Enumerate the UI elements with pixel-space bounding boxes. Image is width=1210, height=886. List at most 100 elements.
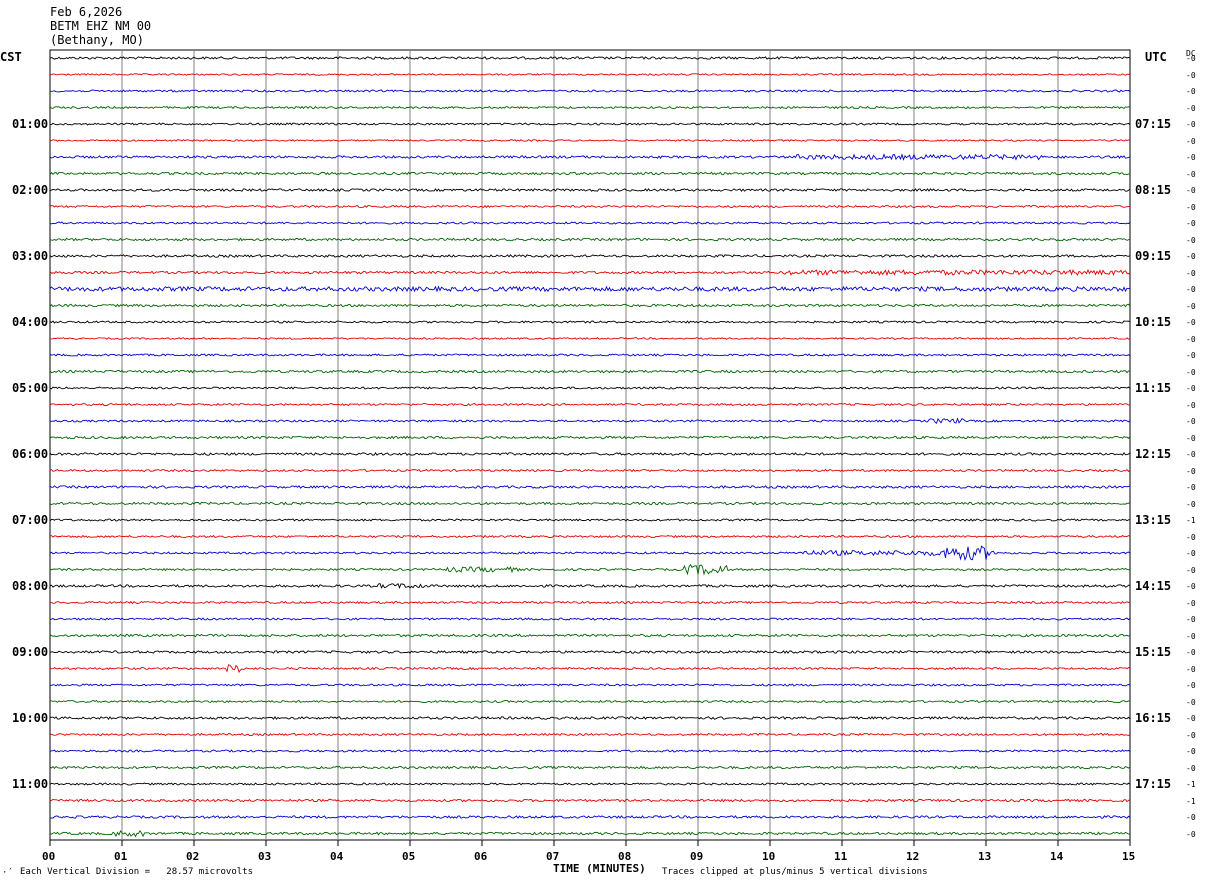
- seismic-trace-11: [49, 237, 1131, 242]
- seismic-trace-5: [49, 139, 1131, 142]
- seismic-trace-44: [49, 782, 1131, 786]
- dc-offset-label: -0: [1186, 136, 1196, 146]
- dc-offset-label: -0: [1186, 450, 1196, 459]
- x-tick-label: 06: [474, 850, 488, 863]
- x-tick-label: 12: [906, 850, 920, 863]
- x-tick-label: 14: [1050, 850, 1064, 863]
- x-tick-label: 11: [834, 850, 848, 863]
- right-hour-label: 16:15: [1135, 711, 1172, 725]
- dc-offset-label: -0: [1186, 747, 1196, 756]
- dc-offset-label: -0: [1186, 582, 1196, 591]
- seismic-trace-37: [49, 664, 1131, 674]
- dc-offset-label: -0: [1186, 103, 1196, 113]
- x-tick-label: 03: [258, 850, 272, 863]
- dc-offset-label: -0: [1186, 681, 1196, 690]
- dc-offset-label: -0: [1186, 186, 1196, 195]
- x-tick-label: 01: [114, 850, 128, 863]
- left-hour-label: 07:00: [12, 513, 49, 527]
- seismic-trace-45: [49, 798, 1131, 803]
- dc-offset-label: -0: [1186, 499, 1196, 509]
- dc-offset-label: -1: [1186, 516, 1196, 525]
- left-hour-label: 10:00: [12, 711, 49, 725]
- dc-offset-label: -0: [1186, 202, 1196, 212]
- scale-note: Each Vertical Division = 28.57 microvolt…: [20, 867, 253, 877]
- dc-offset-label: -0: [1186, 697, 1196, 707]
- seismic-trace-23: [49, 435, 1131, 440]
- dc-offset-label: -0: [1186, 813, 1196, 822]
- seismic-trace-9: [49, 204, 1131, 209]
- seismic-trace-29: [49, 534, 1131, 539]
- dc-offset-label: -0: [1186, 334, 1196, 344]
- dc-offset-label: -0: [1186, 367, 1196, 377]
- seismic-trace-6: [49, 153, 1131, 161]
- dc-offset-label: -0: [1186, 549, 1196, 558]
- right-hour-label: 07:15: [1135, 117, 1172, 131]
- seismic-trace-15: [49, 303, 1131, 308]
- seismic-trace-19: [49, 369, 1131, 374]
- seismic-trace-0: [49, 56, 1131, 60]
- date-label: Feb 6,2026: [50, 5, 123, 19]
- seismic-trace-35: [49, 633, 1131, 638]
- plot-frame: [49, 49, 1131, 841]
- clip-note: Traces clipped at plus/minus 5 vertical …: [662, 867, 928, 877]
- right-hour-label: 08:15: [1135, 183, 1172, 197]
- seismic-trace-10: [49, 221, 1131, 225]
- dc-offset-label: -0: [1186, 301, 1196, 311]
- left-timezone-label: CST: [0, 50, 22, 64]
- seismic-trace-20: [49, 386, 1131, 390]
- dc-offset-label: -0: [1186, 648, 1196, 657]
- seismic-trace-3: [49, 105, 1131, 110]
- seismic-trace-43: [49, 765, 1131, 770]
- dc-offset-label: -0: [1186, 664, 1196, 674]
- seismic-trace-1: [49, 73, 1131, 76]
- dc-offset-label: -0: [1186, 532, 1196, 542]
- left-hour-label: 11:00: [12, 777, 49, 791]
- dc-offset-label: -0: [1186, 285, 1196, 294]
- dc-offset-label: -0: [1186, 763, 1196, 773]
- dc-offset-label: -0: [1186, 714, 1196, 723]
- seismic-trace-32: [49, 582, 1131, 589]
- seismic-trace-14: [49, 285, 1131, 293]
- dc-offset-label: -0: [1186, 384, 1196, 393]
- dc-offset-label: -0: [1186, 252, 1196, 261]
- x-axis-title: TIME (MINUTES): [553, 862, 646, 875]
- left-hour-label: 04:00: [12, 315, 49, 329]
- x-tick-label: 00: [42, 850, 56, 863]
- dc-offset-label: -0: [1186, 483, 1196, 492]
- dc-offset-label: -0: [1186, 730, 1196, 740]
- dc-offset-label: -1: [1186, 780, 1196, 789]
- helicorder-plot: [49, 49, 1131, 846]
- x-tick-label: 09: [690, 850, 704, 863]
- dc-offset-label: -0: [1186, 87, 1196, 96]
- right-hour-label: 15:15: [1135, 645, 1172, 659]
- dc-offset-label: -0: [1186, 598, 1196, 608]
- seismic-trace-28: [49, 518, 1131, 522]
- left-hour-label: 05:00: [12, 381, 49, 395]
- seismic-trace-26: [49, 485, 1131, 489]
- x-tick-label: 05: [402, 850, 416, 863]
- seismic-trace-38: [49, 683, 1131, 687]
- seismic-trace-24: [49, 452, 1131, 456]
- dc-offset-label: -0: [1186, 219, 1196, 228]
- dc-offset-label: -0: [1186, 433, 1196, 443]
- dc-offset-label: -0: [1186, 631, 1196, 641]
- seismic-trace-36: [49, 650, 1131, 654]
- station-label: BETM EHZ NM 00: [50, 19, 152, 33]
- right-hour-label: 09:15: [1135, 249, 1172, 263]
- left-hour-label: 01:00: [12, 117, 49, 131]
- right-hour-label: 13:15: [1135, 513, 1172, 527]
- seismic-trace-16: [49, 320, 1131, 324]
- dc-offset-label: -0: [1186, 54, 1196, 63]
- dc-offset-label: -1: [1186, 796, 1196, 806]
- seismic-trace-46: [49, 815, 1131, 819]
- x-tick-label: 13: [978, 850, 992, 863]
- seismic-trace-21: [49, 402, 1131, 407]
- location-label: (Bethany, MO): [50, 33, 144, 47]
- seismic-trace-34: [49, 617, 1131, 621]
- dc-offset-label: -0: [1186, 615, 1196, 624]
- dc-offset-label: -0: [1186, 466, 1196, 476]
- right-hour-label: 17:15: [1135, 777, 1172, 791]
- left-hour-label: 02:00: [12, 183, 49, 197]
- corner-mark: ·´: [2, 868, 13, 878]
- seismic-trace-33: [49, 600, 1131, 605]
